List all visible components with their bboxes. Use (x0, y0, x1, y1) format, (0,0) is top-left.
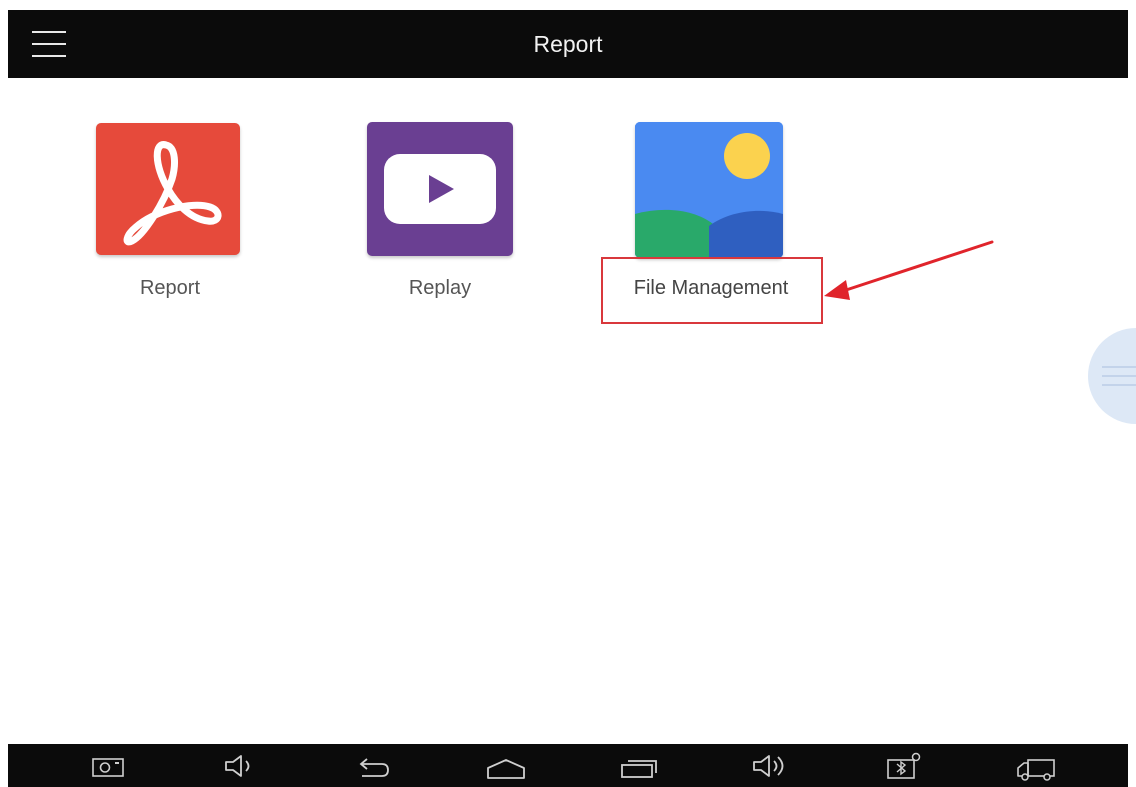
top-app-bar: Report (8, 10, 1128, 78)
screenshot-icon[interactable] (86, 750, 130, 782)
gallery-image-icon (635, 122, 783, 258)
home-icon[interactable] (484, 750, 528, 782)
back-icon[interactable] (350, 750, 394, 782)
pdf-report-icon (96, 123, 240, 255)
screen: Report Report Replay File Management (0, 0, 1136, 787)
app-label-replay: Replay (408, 277, 472, 299)
app-tile-report[interactable]: Report (80, 120, 260, 310)
annotation-highlight-box (601, 257, 823, 324)
recent-apps-icon[interactable] (616, 750, 660, 782)
page-title: Report (533, 31, 603, 57)
annotation-arrow (824, 240, 994, 300)
app-label-report: Report (139, 277, 201, 299)
volume-down-icon[interactable] (218, 750, 262, 782)
volume-up-icon[interactable] (748, 750, 792, 782)
floating-menu-icon[interactable] (1088, 328, 1136, 424)
system-navigation-bar (8, 744, 1128, 787)
vci-bluetooth-icon[interactable] (882, 750, 926, 782)
truck-icon[interactable] (1014, 750, 1058, 782)
play-video-icon (367, 122, 513, 256)
app-tile-replay[interactable]: Replay (350, 120, 530, 310)
